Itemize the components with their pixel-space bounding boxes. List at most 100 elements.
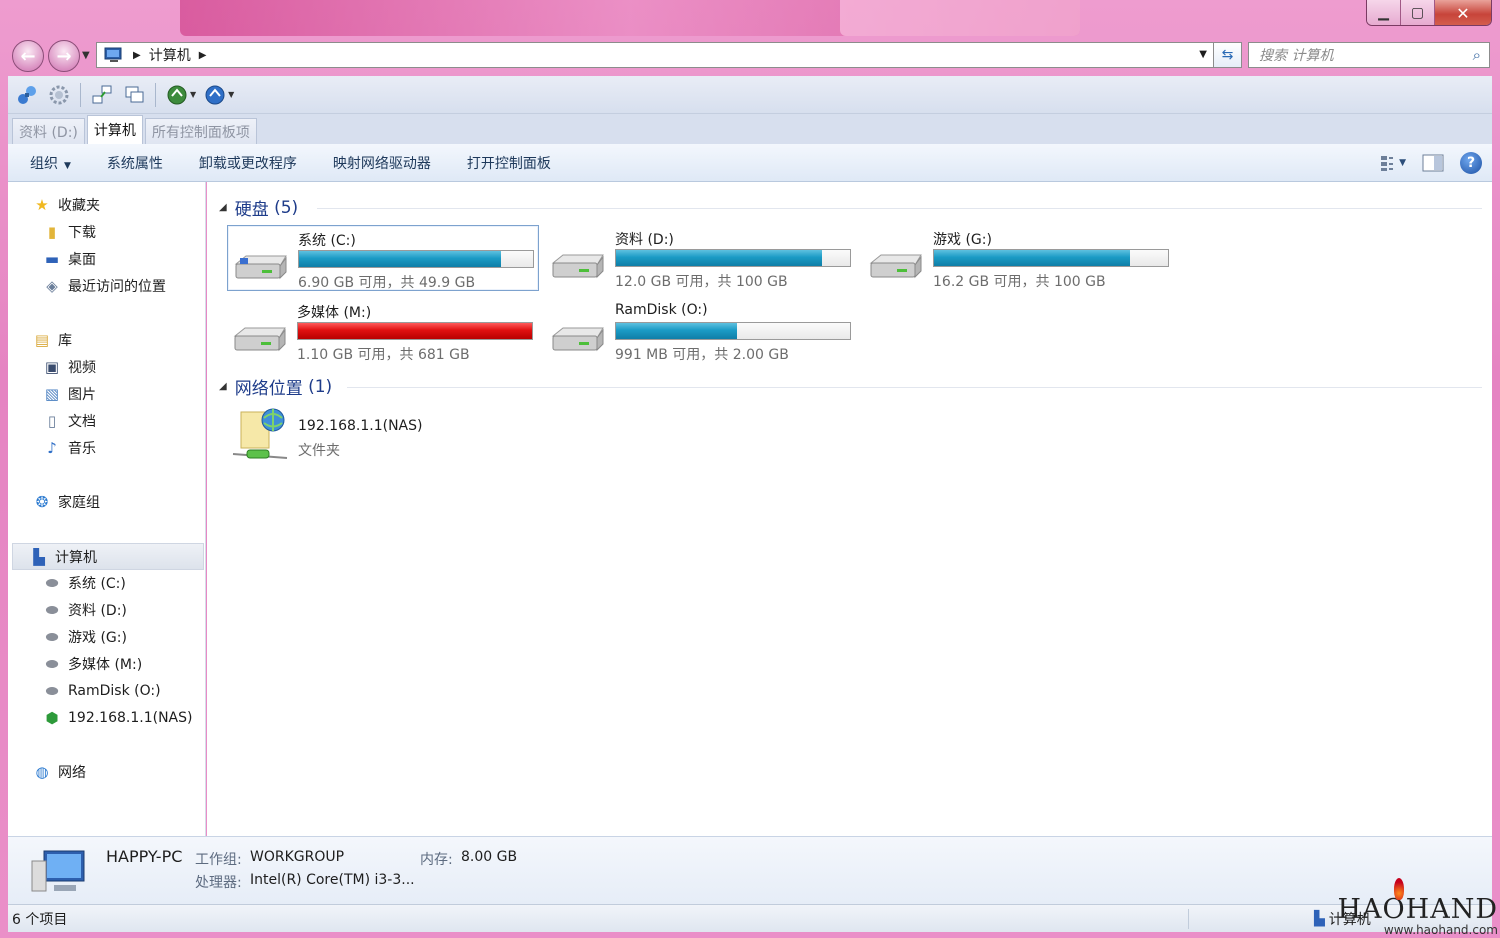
history-forward-dropdown[interactable]: ▼: [228, 90, 234, 99]
history-forward-icon[interactable]: [202, 82, 228, 108]
search-icon[interactable]: ⌕: [1473, 46, 1481, 64]
sidebar-item-videos[interactable]: ▣ 视频: [42, 355, 96, 379]
sidebar-item-music[interactable]: ♪ 音乐: [42, 436, 96, 460]
arrow-left-icon: ←: [20, 45, 36, 67]
hard-drive-icon: [233, 327, 286, 352]
history-back-icon[interactable]: [164, 82, 190, 108]
open-control-panel-button[interactable]: 打开控制面板: [467, 153, 551, 173]
system-properties-button[interactable]: 系统属性: [107, 153, 163, 173]
sidebar-item-desktop[interactable]: ▬ 桌面: [42, 247, 96, 271]
drive-tile-c[interactable]: 系统 (C:) 6.90 GB 可用，共 49.9 GB: [227, 225, 539, 291]
picture-icon: ▧: [44, 385, 60, 403]
watermark-brand: HAOHAND: [1337, 894, 1498, 925]
sidebar-item-network[interactable]: ◍ 网络: [32, 760, 86, 784]
sidebar-item-favorites[interactable]: ★ 收藏夹: [32, 193, 100, 217]
help-icon[interactable]: ?: [1460, 152, 1482, 174]
group-title: 网络位置: [234, 379, 303, 399]
breadcrumb-separator[interactable]: ▶: [133, 50, 141, 61]
minimize-button[interactable]: ▁: [1367, 0, 1401, 25]
gear-icon[interactable]: [46, 82, 72, 108]
close-button[interactable]: ✕: [1435, 0, 1491, 25]
sidebar-item-label: 多媒体 (M:): [68, 657, 143, 673]
recent-pages-dropdown[interactable]: ▼: [82, 50, 90, 61]
view-controls: ▼ ?: [1380, 150, 1482, 176]
sidebar-item-drive-c[interactable]: ⬬ 系统 (C:): [42, 571, 126, 595]
windows-icon[interactable]: [121, 82, 147, 108]
uninstall-button[interactable]: 卸载或更改程序: [199, 153, 297, 173]
sidebar-item-drive-o[interactable]: ⬬ RamDisk (O:): [42, 679, 161, 703]
drive-name: 多媒体 (M:): [297, 305, 372, 321]
drive-usage-bar: [297, 322, 533, 340]
sidebar-item-label: 192.168.1.1(NAS): [68, 710, 193, 726]
view-options-button[interactable]: ▼: [1380, 150, 1406, 176]
group-header-hard-disks[interactable]: ◢ 硬盘 (5): [219, 195, 299, 221]
sidebar-item-homegroup[interactable]: ❂ 家庭组: [32, 490, 100, 514]
refresh-icon: ⇆: [1221, 47, 1234, 63]
navigation-pane: ★ 收藏夹 ▮ 下载 ▬ 桌面 ◈ 最近访问的位置 ▤ 库 ▣ 视频 ▧ 图片 ▯ 文档 ♪ 音乐…: [8, 182, 206, 836]
map-drive-button[interactable]: 映射网络驱动器: [333, 153, 431, 173]
address-dropdown[interactable]: ▼: [1199, 49, 1207, 60]
address-bar[interactable]: ▶ 计算机 ▶ ▼: [96, 42, 1214, 68]
breadcrumb-computer[interactable]: 计算机: [149, 45, 191, 65]
homegroup-icon: ❂: [35, 493, 49, 511]
network-location-nas[interactable]: 192.168.1.1(NAS) 文件夹: [231, 406, 531, 466]
content-pane: ◢ 硬盘 (5) 系统 (C:) 6.90 GB 可用，共 49.9 GB 资料…: [207, 182, 1492, 836]
history-back-dropdown[interactable]: ▼: [190, 90, 196, 99]
sidebar-item-pictures[interactable]: ▧ 图片: [42, 382, 96, 406]
drive-tile-d[interactable]: 资料 (D:) 12.0 GB 可用，共 100 GB: [545, 225, 857, 291]
watermark: HAOHAND www.haohand.com: [1337, 878, 1498, 936]
sidebar-item-libraries[interactable]: ▤ 库: [32, 328, 72, 352]
collapse-triangle-icon[interactable]: ◢: [219, 202, 227, 213]
memory-label: 内存:: [420, 852, 453, 868]
refresh-button[interactable]: ⇆: [1214, 42, 1242, 68]
drive-tile-g[interactable]: 游戏 (G:) 16.2 GB 可用，共 100 GB: [863, 225, 1175, 291]
arrow-right-icon: →: [56, 45, 72, 67]
search-input[interactable]: 搜索 计算机 ⌕: [1248, 42, 1490, 68]
sidebar-item-documents[interactable]: ▯ 文档: [42, 409, 96, 433]
hard-drive-icon: [869, 254, 922, 279]
preview-pane-button[interactable]: [1420, 150, 1446, 176]
processor-value: Intel(R) Core(TM) i3-3...: [250, 872, 415, 888]
hard-drive-icon: [551, 327, 604, 352]
sidebar-item-recent[interactable]: ◈ 最近访问的位置: [42, 274, 166, 298]
desktop-icon: ▬: [44, 250, 60, 268]
tab-control-panel[interactable]: 所有控制面板项: [144, 118, 257, 144]
network-map-icon[interactable]: [89, 82, 115, 108]
drive-usage-fill: [616, 323, 737, 339]
drive-space-info: 1.10 GB 可用，共 681 GB: [297, 347, 470, 363]
drive-tile-o[interactable]: RamDisk (O:) 991 MB 可用，共 2.00 GB: [545, 298, 857, 364]
network-globe-icon: ◍: [35, 763, 49, 781]
downloads-folder-icon: ▮: [47, 223, 57, 241]
sidebar-item-nas[interactable]: ⬢ 192.168.1.1(NAS): [42, 706, 192, 730]
sidebar-item-drive-m[interactable]: ⬬ 多媒体 (M:): [42, 652, 143, 676]
status-bar: 6 个项目 ▙ 计算机: [8, 904, 1492, 932]
sidebar-item-drive-d[interactable]: ⬬ 资料 (D:): [42, 598, 127, 622]
tab-computer[interactable]: 计算机: [86, 115, 143, 144]
sidebar-item-label: 计算机: [55, 549, 97, 566]
network-location-name: 192.168.1.1(NAS): [298, 418, 423, 434]
sidebar-item-label: 网络: [58, 765, 86, 781]
collapse-triangle-icon[interactable]: ◢: [219, 381, 227, 392]
forward-button[interactable]: →: [48, 40, 80, 72]
network-connect-icon[interactable]: [14, 82, 40, 108]
network-folder-icon: ⬢: [45, 709, 59, 727]
sidebar-item-computer[interactable]: ▙ 计算机: [12, 543, 204, 570]
group-header-network-locations[interactable]: ◢ 网络位置 (1): [219, 374, 332, 400]
drive-usage-fill: [298, 323, 532, 339]
tab-data-d[interactable]: 资料 (D:): [12, 118, 85, 144]
sidebar-item-label: 资料 (D:): [68, 603, 127, 619]
group-count: (5): [274, 197, 299, 218]
organize-button[interactable]: 组织 ▼: [30, 153, 71, 173]
drive-usage-bar: [615, 249, 851, 267]
sidebar-item-drive-g[interactable]: ⬬ 游戏 (G:): [42, 625, 127, 649]
drive-tile-m[interactable]: 多媒体 (M:) 1.10 GB 可用，共 681 GB: [227, 298, 539, 364]
back-button[interactable]: ←: [12, 40, 44, 72]
recent-places-icon: ◈: [46, 277, 58, 295]
sidebar-item-label: RamDisk (O:): [68, 683, 161, 699]
sidebar-item-downloads[interactable]: ▮ 下载: [42, 220, 96, 244]
sidebar-item-label: 音乐: [68, 441, 96, 457]
group-divider: [317, 208, 1482, 209]
maximize-button[interactable]: ▢: [1401, 0, 1435, 25]
breadcrumb-separator[interactable]: ▶: [199, 50, 207, 61]
tab-strip: 资料 (D:) 计算机 所有控制面板项: [8, 114, 1492, 144]
